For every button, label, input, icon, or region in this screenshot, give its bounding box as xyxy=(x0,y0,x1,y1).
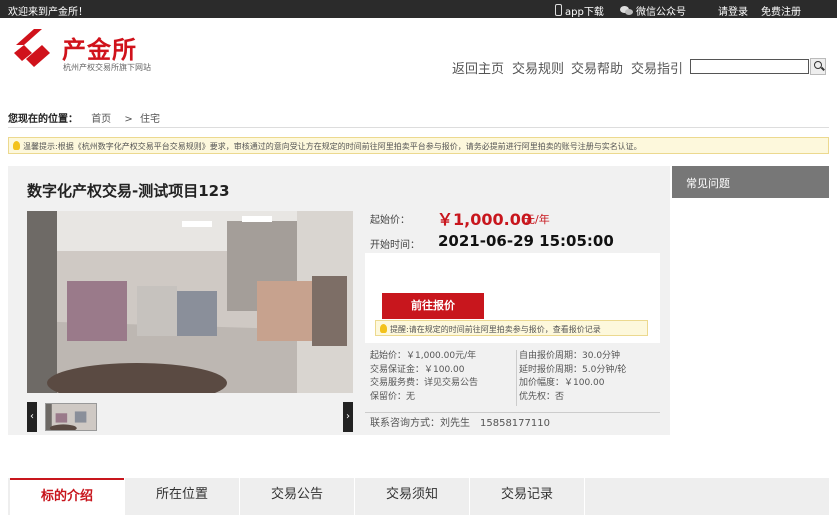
notice-bar: 温馨提示:根据《杭州数字化产权交易平台交易规则》要求，审核通过的意向受让方在规定… xyxy=(8,137,829,154)
brand-logo-icon[interactable] xyxy=(12,27,54,71)
start-price-value: ￥1,000.00 xyxy=(437,210,532,229)
tab-announcement[interactable]: 交易公告 xyxy=(240,478,354,515)
lightbulb-icon xyxy=(380,324,387,333)
breadcrumb: 您现在的位置： 首页 > 住宅 xyxy=(8,110,160,125)
thumbnail-strip: ‹ › xyxy=(27,402,353,432)
breadcrumb-separator: > xyxy=(124,114,133,125)
details-right: 自由报价周期：30.0分钟 延时报价周期：5.0分钟/轮 加价幅度：￥100.0… xyxy=(519,350,626,404)
detail-deposit: 交易保证金：￥100.00 xyxy=(370,364,465,375)
breadcrumb-label: 您现在的位置： xyxy=(8,114,78,125)
breadcrumb-current[interactable]: 住宅 xyxy=(140,114,160,125)
tab-notice[interactable]: 交易须知 xyxy=(355,478,469,515)
bid-reminder-text: 提醒:请在规定的时间前往阿里拍卖参与报价，查看报价记录 xyxy=(390,325,601,334)
wechat-link[interactable]: 微信公众号 xyxy=(620,3,686,18)
start-time-label: 开始时间： xyxy=(370,240,420,251)
thumbnail-image[interactable] xyxy=(45,403,97,431)
detail-free-bid-period: 自由报价周期：30.0分钟 xyxy=(519,351,621,361)
bid-box: 前往报价 提醒:请在规定的时间前往阿里拍卖参与报价，查看报价记录 xyxy=(365,253,660,343)
bid-reminder: 提醒:请在规定的时间前往阿里拍卖参与报价，查看报价记录 xyxy=(375,320,648,336)
detail-reserve-price: 保留价：无 xyxy=(370,391,416,402)
lightbulb-icon xyxy=(13,141,20,150)
details-divider xyxy=(516,350,517,406)
brand-name[interactable]: 产金所 xyxy=(62,30,137,65)
tab-records[interactable]: 交易记录 xyxy=(470,478,584,515)
register-link[interactable]: 免费注册 xyxy=(761,3,801,18)
detail-service-fee: 交易服务费：详见交易公告 xyxy=(370,378,479,388)
project-title: 数字化产权交易-测试项目123 xyxy=(27,182,230,200)
tab-bar: 标的介绍 所在位置 交易公告 交易须知 交易记录 xyxy=(8,478,829,515)
wechat-label: 微信公众号 xyxy=(636,7,686,18)
app-download-label: app下载 xyxy=(565,7,604,18)
detail-increment: 加价幅度：￥100.00 xyxy=(519,378,605,388)
tab-subject-intro[interactable]: 标的介绍 xyxy=(10,478,124,515)
chevron-right-icon[interactable]: › xyxy=(343,402,353,432)
divider xyxy=(8,127,829,128)
app-download-link[interactable]: app下载 xyxy=(555,3,604,18)
nav-trading-guide[interactable]: 交易指引 xyxy=(631,58,683,77)
detail-priority: 优先权：否 xyxy=(519,391,565,402)
login-link[interactable]: 请登录 xyxy=(718,3,748,18)
search-button[interactable] xyxy=(810,58,826,75)
brand-subtitle: 杭州产权交易所旗下网站 xyxy=(63,63,151,72)
details-bottom-divider xyxy=(365,412,660,413)
details-left: 起始价：￥1,000.00元/年 交易保证金：￥100.00 交易服务费：详见交… xyxy=(370,350,478,404)
nav-trading-rules[interactable]: 交易规则 xyxy=(512,58,564,77)
notice-text: 温馨提示:根据《杭州数字化产权交易平台交易规则》要求，审核通过的意向受让方在规定… xyxy=(23,142,642,151)
contact-info: 联系咨询方式：刘先生 15858177110 xyxy=(370,418,550,429)
tab-location[interactable]: 所在位置 xyxy=(125,478,239,515)
faq-header[interactable]: 常见问题 xyxy=(672,166,829,198)
chevron-left-icon[interactable]: ‹ xyxy=(27,402,37,432)
detail-start-price: 起始价：￥1,000.00元/年 xyxy=(370,351,477,361)
nav-home[interactable]: 返回主页 xyxy=(452,58,504,77)
detail-delay-bid-period: 延时报价周期：5.0分钟/轮 xyxy=(519,364,627,375)
welcome-text: 欢迎来到产金所！ xyxy=(8,7,88,18)
breadcrumb-home[interactable]: 首页 xyxy=(91,114,111,125)
phone-icon xyxy=(555,4,562,16)
search-input[interactable] xyxy=(690,59,809,74)
nav-trading-help[interactable]: 交易帮助 xyxy=(571,58,623,77)
project-panel: 数字化产权交易-测试项目123 ‹ › 起始价： ￥1,000.00 元/年 开… xyxy=(8,166,670,435)
go-bid-button[interactable]: 前往报价 xyxy=(382,293,484,319)
start-price-label: 起始价： xyxy=(370,215,410,226)
wechat-icon xyxy=(620,6,633,15)
start-time-value: 2021-06-29 15:05:00 xyxy=(438,232,614,250)
start-price-unit: 元/年 xyxy=(524,213,550,226)
project-photo[interactable] xyxy=(27,211,353,393)
top-bar: 欢迎来到产金所！ app下载 微信公众号 请登录 免费注册 xyxy=(0,0,837,18)
